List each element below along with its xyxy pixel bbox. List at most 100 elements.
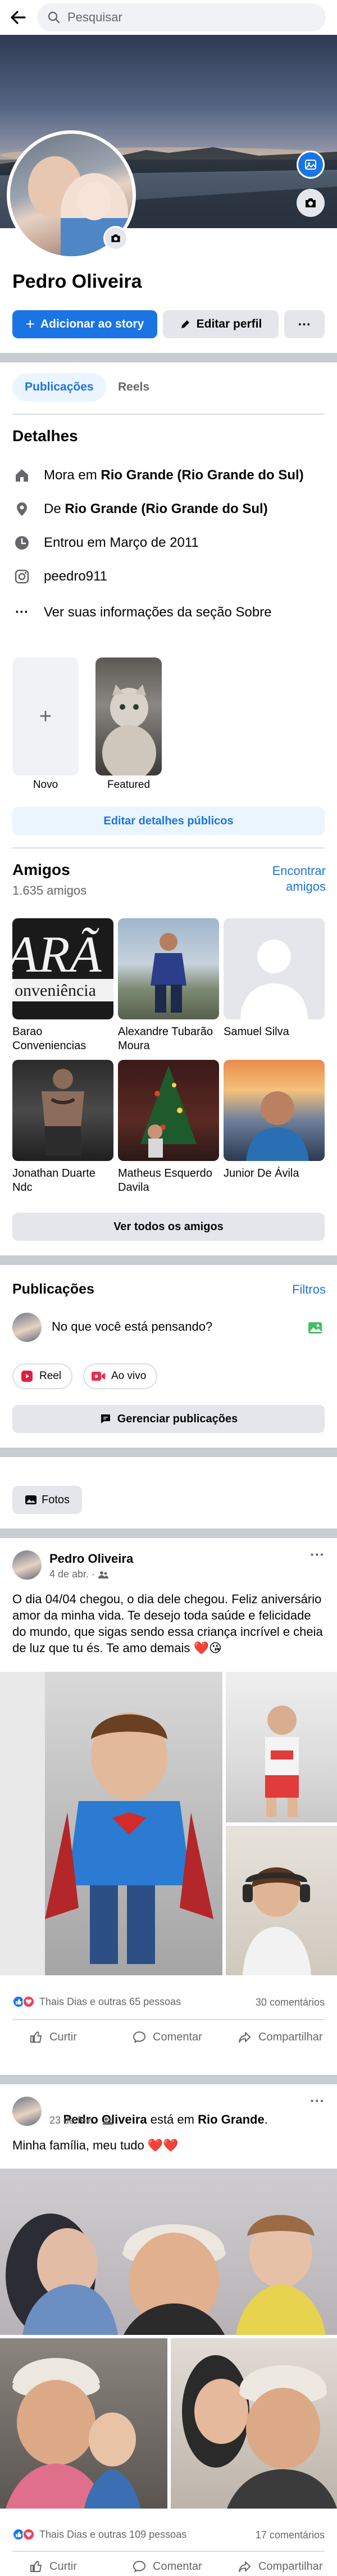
love-reaction-icon	[22, 2528, 35, 2541]
friends-audience-icon	[102, 2117, 113, 2125]
friend-card[interactable]: Alexandre Tubarão Moura	[118, 918, 219, 1053]
share-icon	[239, 2032, 251, 2043]
post-photo[interactable]	[0, 2169, 337, 2335]
reactions-summary[interactable]: Thais Dias e outras 109 pessoas	[12, 2528, 186, 2541]
cover-camera-icon[interactable]	[297, 189, 325, 217]
featured-new-card[interactable]: +	[12, 657, 79, 775]
friend-photo: ARÃ onveniência	[12, 918, 113, 1019]
comment-button[interactable]: Comentar	[133, 2030, 202, 2044]
ellipsis-icon: ···	[15, 605, 29, 620]
reactions-summary[interactable]: Thais Dias e outras 65 pessoas	[12, 1996, 181, 2008]
divider	[12, 2019, 325, 2020]
instagram-icon	[12, 567, 31, 586]
section-separator	[0, 1255, 337, 1265]
post-options-icon[interactable]: ···	[310, 1546, 325, 1563]
comments-count[interactable]: 17 comentários	[236, 2529, 325, 2541]
svg-text:ARÃ: ARÃ	[12, 926, 102, 983]
detail-from: De Rio Grande (Rio Grande do Sul)	[12, 498, 268, 520]
top-bar: Pesquisar	[0, 0, 337, 35]
live-chip[interactable]: Ao vivo	[83, 1363, 158, 1389]
friend-photo	[12, 1060, 113, 1161]
reel-chip[interactable]: Reel	[12, 1363, 73, 1389]
composer-input[interactable]: No que você está pensando?	[52, 1319, 212, 1334]
profile-name: Pedro Oliveira	[12, 271, 142, 292]
friend-photo	[224, 1060, 325, 1161]
featured-new-label: Novo	[33, 779, 58, 791]
section-separator	[0, 353, 337, 362]
post-photo[interactable]	[171, 2338, 337, 2509]
post-photo[interactable]	[0, 1672, 222, 1975]
post-author-avatar[interactable]	[12, 2097, 42, 2126]
friends-count: 1.635 amigos	[12, 883, 87, 897]
tab-publications[interactable]: Publicações	[12, 373, 106, 401]
add-story-button[interactable]: + Adicionar ao story	[12, 310, 157, 338]
post-options-icon[interactable]: ···	[310, 2092, 325, 2110]
friend-card[interactable]: Jonathan Duarte Ndc	[12, 1060, 113, 1195]
reel-icon	[20, 1369, 34, 1383]
photos-chip[interactable]: Fotos	[12, 1486, 82, 1514]
friend-photo-placeholder	[224, 918, 325, 1019]
friend-photo	[118, 918, 219, 1019]
manage-posts-button[interactable]: Gerenciar publicações	[12, 1405, 325, 1433]
friends-heading: Amigos	[12, 861, 70, 878]
search-input[interactable]: Pesquisar	[37, 3, 326, 31]
divider	[12, 847, 325, 849]
search-icon	[47, 11, 61, 24]
like-button[interactable]: Curtir	[29, 2560, 77, 2573]
photo-icon	[25, 1494, 37, 1505]
edit-profile-button[interactable]: Editar perfil	[163, 310, 279, 338]
svg-text:onveniência: onveniência	[15, 981, 96, 1000]
post-date: 23 de fev. ·	[49, 2115, 113, 2126]
friend-card[interactable]: ARÃ onveniência Barao Conveniencias	[12, 918, 113, 1053]
featured-collection-card[interactable]	[95, 657, 162, 775]
plus-icon: +	[25, 315, 35, 333]
photo-gallery-icon[interactable]	[307, 1319, 324, 1336]
post-photo[interactable]	[0, 2338, 167, 2509]
find-friends-link[interactable]: Encontrar amigos	[254, 863, 326, 895]
post: Pedro Oliveira 4 de abr. · ··· O dia 04/…	[0, 1538, 337, 2105]
tab-reels[interactable]: Reels	[110, 373, 157, 401]
back-arrow-icon[interactable]	[8, 7, 28, 28]
post-author-avatar[interactable]	[12, 1550, 42, 1580]
share-button[interactable]: Compartilhar	[238, 2560, 322, 2573]
post-date: 4 de abr. ·	[49, 1568, 109, 1580]
detail-joined: Entrou em Março de 2011	[12, 532, 199, 554]
section-separator	[0, 1448, 337, 1457]
friend-card[interactable]: Junior De Ávila	[224, 1060, 325, 1181]
more-options-button[interactable]: ...	[284, 310, 325, 338]
edit-public-details-button[interactable]: Editar detalhes públicos	[12, 807, 325, 835]
see-all-friends-button[interactable]: Ver todos os amigos	[12, 1213, 325, 1241]
share-icon	[239, 2561, 251, 2572]
section-separator	[0, 2075, 337, 2084]
like-icon	[30, 2560, 42, 2572]
tabs-divider	[12, 414, 325, 415]
post-photo[interactable]	[226, 1826, 337, 1975]
avatar-camera-icon[interactable]	[103, 226, 128, 251]
comments-count[interactable]: 30 comentários	[236, 1997, 325, 2008]
comment-button[interactable]: Comentar	[133, 2560, 202, 2573]
post-photo[interactable]	[226, 1672, 337, 1822]
friend-card[interactable]: Samuel Silva	[224, 918, 325, 1039]
cover-edit-icon[interactable]	[297, 151, 325, 179]
love-reaction-icon	[22, 1996, 35, 2008]
live-video-icon	[91, 1369, 106, 1383]
about-link[interactable]: ··· Ver suas informações da seção Sobre	[12, 601, 272, 624]
friend-card[interactable]: Matheus Esquerdo Davila	[118, 1060, 219, 1195]
search-placeholder: Pesquisar	[67, 10, 122, 24]
post-text: O dia 04/04 chegou, o dia dele chegou. F…	[12, 1592, 323, 1655]
pencil-icon	[180, 319, 191, 330]
share-button[interactable]: Compartilhar	[238, 2030, 322, 2044]
composer-avatar[interactable]	[12, 1313, 42, 1342]
section-separator	[0, 1529, 337, 1538]
clock-icon	[12, 533, 31, 552]
like-button[interactable]: Curtir	[29, 2030, 77, 2044]
detail-instagram[interactable]: peedro911	[12, 565, 107, 588]
post-location[interactable]: Rio Grande	[198, 2112, 265, 2126]
plus-icon: +	[39, 704, 52, 728]
home-icon	[12, 466, 31, 485]
filters-link[interactable]: Filtros	[281, 1282, 326, 1297]
post-author-name[interactable]: Pedro Oliveira	[49, 1552, 133, 1566]
location-pin-icon	[12, 500, 31, 519]
like-icon	[30, 2031, 42, 2043]
featured-collection-label: Featured	[107, 779, 151, 791]
